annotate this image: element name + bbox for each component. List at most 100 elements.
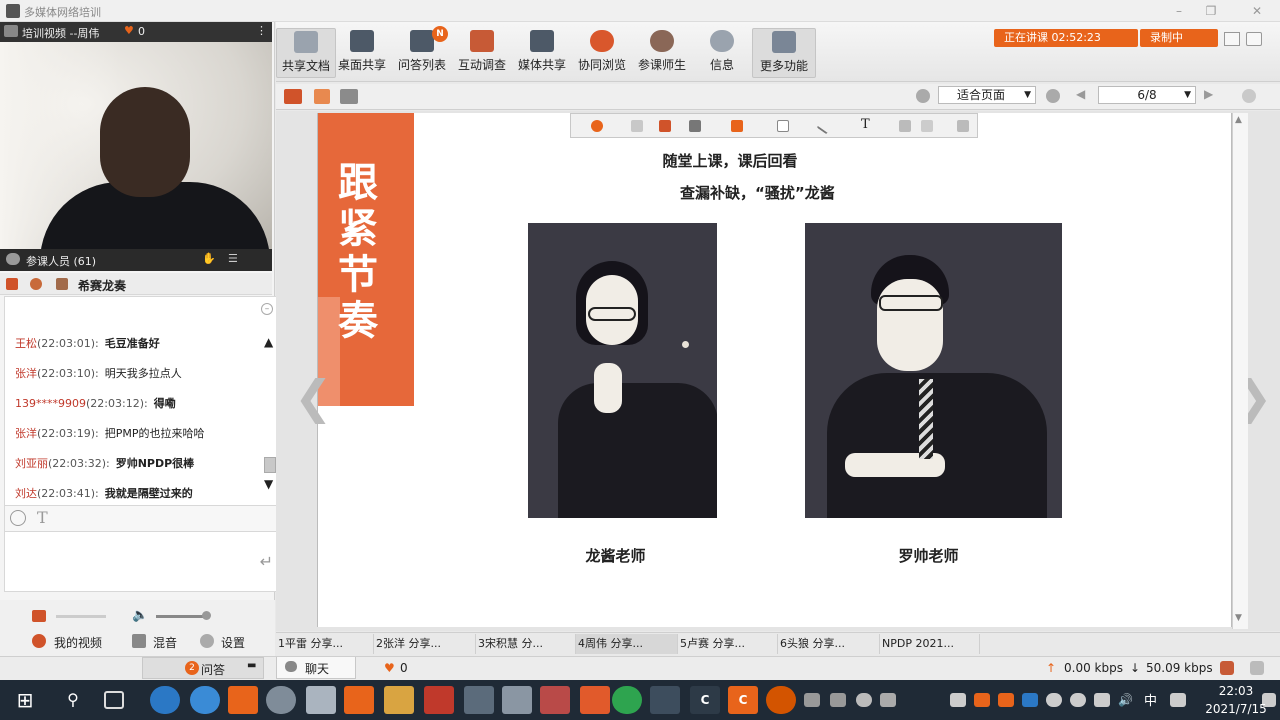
scroll-down-icon[interactable]: ▼ bbox=[1235, 613, 1242, 623]
co-browse-button[interactable]: 协同浏览 bbox=[572, 28, 632, 78]
zoom-in-icon[interactable] bbox=[916, 89, 930, 103]
volume-knob[interactable] bbox=[202, 611, 211, 620]
settings-button[interactable]: 设置 bbox=[221, 634, 245, 651]
qa-tab[interactable]: 2 问答 ▬ bbox=[142, 657, 264, 679]
network-icon[interactable] bbox=[1094, 693, 1110, 707]
fullscreen-icon[interactable] bbox=[1242, 89, 1256, 103]
tray-icon[interactable] bbox=[1022, 693, 1038, 707]
emoji-icon[interactable] bbox=[10, 510, 26, 526]
info-button[interactable]: 信息 bbox=[692, 28, 752, 78]
save-icon[interactable] bbox=[957, 120, 969, 132]
minimize-icon[interactable]: ▬ bbox=[247, 660, 256, 671]
heart-icon[interactable]: ♥ bbox=[384, 661, 395, 675]
rectangle-icon[interactable] bbox=[777, 120, 789, 132]
highlighter-icon[interactable] bbox=[731, 120, 743, 132]
add-file-icon[interactable] bbox=[314, 89, 330, 104]
participants-button[interactable]: 参课师生 bbox=[632, 28, 692, 78]
zoom-select[interactable]: 适合页面 ▼ bbox=[938, 86, 1036, 104]
notes-icon[interactable] bbox=[306, 686, 336, 714]
search-icon[interactable]: ⚲ bbox=[58, 686, 88, 714]
browser-icon[interactable] bbox=[190, 686, 220, 714]
screenshot-icon[interactable] bbox=[340, 89, 358, 104]
pointer-icon[interactable] bbox=[591, 120, 603, 132]
grid-icon[interactable] bbox=[921, 120, 933, 132]
tray-icon[interactable] bbox=[1070, 693, 1086, 707]
ime-indicator[interactable]: 中 bbox=[1144, 690, 1157, 709]
desktop-share-button[interactable]: 桌面共享 bbox=[332, 28, 392, 78]
minimize-button[interactable]: – bbox=[1166, 2, 1192, 20]
media-share-button[interactable]: 媒体共享 bbox=[512, 28, 572, 78]
app-icon-red[interactable] bbox=[424, 686, 454, 714]
line-icon[interactable] bbox=[816, 117, 834, 135]
video-menu-icon[interactable]: ⋮ bbox=[256, 24, 267, 37]
doc-tab[interactable]: 2张洋 分享... bbox=[374, 634, 476, 654]
doc-tab-active[interactable]: 4周伟 分享... bbox=[576, 634, 678, 654]
tray-icon[interactable] bbox=[856, 693, 872, 707]
input-method-icon[interactable] bbox=[1170, 693, 1186, 707]
page-select[interactable]: 6/8 ▼ bbox=[1098, 86, 1196, 104]
text-icon[interactable]: T bbox=[861, 117, 873, 132]
layout-icon[interactable] bbox=[1246, 32, 1262, 46]
volume-slider[interactable] bbox=[156, 615, 206, 618]
doc-tab[interactable]: 5卢赛 分享... bbox=[678, 634, 778, 654]
share-document-button[interactable]: 共享文档 bbox=[276, 28, 336, 78]
meeting-app-icon[interactable] bbox=[344, 686, 374, 714]
tray-icon[interactable] bbox=[880, 693, 896, 707]
document-scrollbar[interactable]: ▲ ▼ bbox=[1232, 113, 1248, 629]
shield-icon[interactable] bbox=[464, 686, 494, 714]
mix-button[interactable]: 混音 bbox=[153, 634, 177, 651]
send-icon[interactable]: ↵ bbox=[260, 552, 273, 571]
smile-icon[interactable] bbox=[30, 278, 42, 290]
hand-icon[interactable]: ✋ bbox=[202, 252, 216, 265]
next-page-icon[interactable]: ▶ bbox=[1204, 87, 1213, 101]
chat-panel[interactable]: – 王松(22:03:01): 毛豆准备好 张洋(22:03:10): 明天我多拉点… bbox=[4, 296, 280, 506]
edge-icon[interactable] bbox=[150, 686, 180, 714]
members-bar[interactable]: 参课人员 (61) ✋ ☰ bbox=[0, 249, 272, 271]
heart-icon[interactable]: ♥ bbox=[124, 24, 134, 37]
zoom-out-icon[interactable] bbox=[1046, 89, 1060, 103]
tray-icon[interactable] bbox=[830, 693, 846, 707]
pen-icon[interactable] bbox=[689, 120, 701, 132]
doc-tab[interactable]: 3宋积慧 分... bbox=[476, 634, 576, 654]
chat-tab[interactable]: 聊天 bbox=[276, 657, 356, 679]
task-view-icon[interactable] bbox=[104, 691, 124, 709]
eraser-icon[interactable] bbox=[631, 120, 643, 132]
text-format-icon[interactable]: T bbox=[37, 508, 48, 527]
tray-icon[interactable] bbox=[974, 693, 990, 707]
app-icon-red-2[interactable] bbox=[540, 686, 570, 714]
survey-button[interactable]: 互动调查 bbox=[452, 28, 512, 78]
doc-tab[interactable]: NPDP 2021... bbox=[880, 634, 980, 654]
prev-page-icon[interactable]: ◀ bbox=[1076, 87, 1085, 101]
maximize-button[interactable]: ❐ bbox=[1198, 2, 1224, 20]
app-icon-round[interactable] bbox=[766, 686, 796, 714]
scroll-up-icon[interactable]: ▲ bbox=[264, 335, 273, 349]
speaker-icon[interactable]: 🔈 bbox=[132, 608, 148, 623]
wechat-icon[interactable] bbox=[612, 686, 642, 714]
view-mode-icon[interactable] bbox=[1224, 32, 1240, 46]
close-button[interactable]: ✕ bbox=[1244, 2, 1270, 20]
list-icon[interactable]: ☰ bbox=[228, 252, 238, 265]
app-c-icon[interactable]: C bbox=[690, 686, 720, 714]
scroll-thumb[interactable] bbox=[264, 457, 276, 473]
clear-icon[interactable] bbox=[659, 120, 671, 132]
scroll-up-icon[interactable]: ▲ bbox=[1235, 115, 1242, 125]
app-icon-orange[interactable] bbox=[228, 686, 258, 714]
windows-start-icon[interactable]: ⊞ bbox=[10, 686, 40, 714]
camera-slider[interactable] bbox=[56, 615, 106, 618]
more-button[interactable]: 更多功能 bbox=[752, 28, 816, 78]
taskbar-clock[interactable]: 22:03 2021/7/15 bbox=[1196, 682, 1276, 718]
tool-icon[interactable] bbox=[6, 278, 18, 290]
qa-list-button[interactable]: 问答列表 N bbox=[392, 26, 452, 78]
volume-icon[interactable]: 🔊 bbox=[1118, 693, 1134, 707]
settings-icon[interactable] bbox=[1250, 661, 1264, 675]
tray-icon[interactable] bbox=[998, 693, 1014, 707]
chat-input[interactable]: ↵ bbox=[4, 532, 280, 592]
scroll-down-icon[interactable]: ▼ bbox=[264, 477, 273, 491]
select-icon[interactable] bbox=[899, 120, 911, 132]
network-icon[interactable] bbox=[1220, 661, 1234, 675]
tray-icon[interactable] bbox=[804, 693, 820, 707]
share-icon[interactable] bbox=[650, 686, 680, 714]
open-file-icon[interactable] bbox=[284, 89, 302, 104]
doc-tab[interactable]: 1平雷 分享... bbox=[276, 634, 374, 654]
tray-icon[interactable] bbox=[950, 693, 966, 707]
